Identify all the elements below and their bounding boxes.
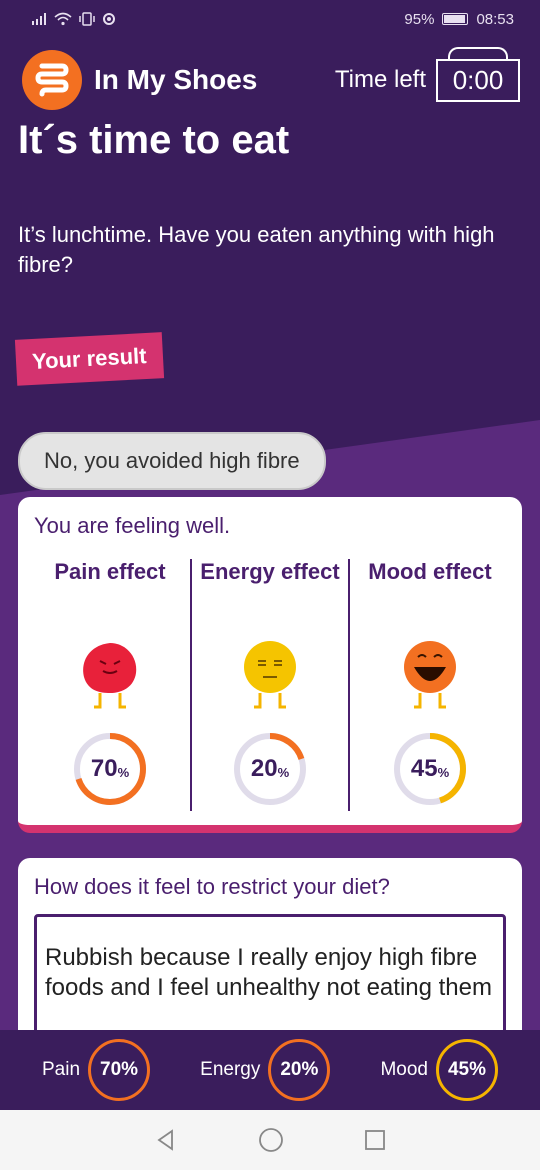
percent-sign: % <box>277 764 290 780</box>
pain-ring: 70% <box>72 731 148 807</box>
feeling-text: You are feeling well. <box>34 513 231 538</box>
result-tag: Your result <box>14 332 164 386</box>
stat-label: Pain <box>42 1059 81 1080</box>
mood-stat: Mood 45% <box>380 1039 498 1101</box>
restrict-question: How does it feel to restrict your diet? <box>34 874 390 899</box>
red-blob-icon <box>83 643 137 709</box>
home-icon[interactable] <box>258 1127 284 1153</box>
signal-icon <box>32 13 46 25</box>
energy-stat: Energy 20% <box>200 1039 331 1101</box>
clock: 08:53 <box>476 10 514 28</box>
status-bar: 95% 08:53 <box>0 0 540 38</box>
mood-value: 45 <box>410 755 438 782</box>
bottom-stats-bar: Pain 70% Energy 20% Mood 45% <box>0 1030 540 1110</box>
data-icon <box>103 13 115 25</box>
effect-title: Mood effect <box>368 559 492 584</box>
vibrate-icon <box>79 12 95 26</box>
energy-value: 20 <box>250 755 278 782</box>
stat-label: Mood <box>380 1059 428 1080</box>
app-name: In My Shoes <box>94 64 258 95</box>
answer-bubble: No, you avoided high fibre <box>18 432 326 490</box>
pain-effect: Pain effect 70% <box>30 559 190 811</box>
battery-percent: 95% <box>404 10 435 28</box>
mood-ring: 45% <box>392 731 468 807</box>
status-icons <box>32 12 116 26</box>
percent-sign: % <box>117 764 130 780</box>
restrict-card: How does it feel to restrict your diet? … <box>18 858 522 1058</box>
stat-label: Energy <box>200 1059 261 1080</box>
recents-icon[interactable] <box>364 1129 386 1151</box>
mood-effect: Mood effect 45% <box>350 559 510 811</box>
effects-card: You are feeling well. Pain effect 70% En… <box>18 497 522 833</box>
app-header: In My Shoes Time left 0:00 <box>22 44 520 116</box>
battery-icon <box>442 13 469 25</box>
effect-title: Energy effect <box>200 559 340 584</box>
effect-title: Pain effect <box>54 559 166 584</box>
wifi-icon <box>54 12 72 26</box>
timer-label: Time left <box>334 66 426 93</box>
stat-value: 70% <box>88 1039 151 1101</box>
energy-effect: Energy effect 20% <box>190 559 350 811</box>
page-title: It´s time to eat <box>18 118 290 162</box>
yellow-face-icon <box>244 641 296 709</box>
stat-value: 20% <box>268 1039 331 1101</box>
pain-value: 70 <box>90 755 118 782</box>
percent-sign: % <box>437 764 450 780</box>
question-text: It’s lunchtime. Have you eaten anything … <box>18 222 495 277</box>
app-logo: In My Shoes <box>22 50 257 110</box>
stat-value: 45% <box>435 1039 498 1101</box>
intestine-icon <box>22 50 82 110</box>
timer-value: 0:00 <box>436 46 520 102</box>
energy-ring: 20% <box>232 731 308 807</box>
timer: Time left 0:00 <box>334 46 520 102</box>
orange-laughing-icon <box>404 641 456 709</box>
system-nav-bar <box>0 1110 540 1170</box>
back-icon[interactable] <box>154 1128 178 1152</box>
pain-stat: Pain 70% <box>42 1039 151 1101</box>
